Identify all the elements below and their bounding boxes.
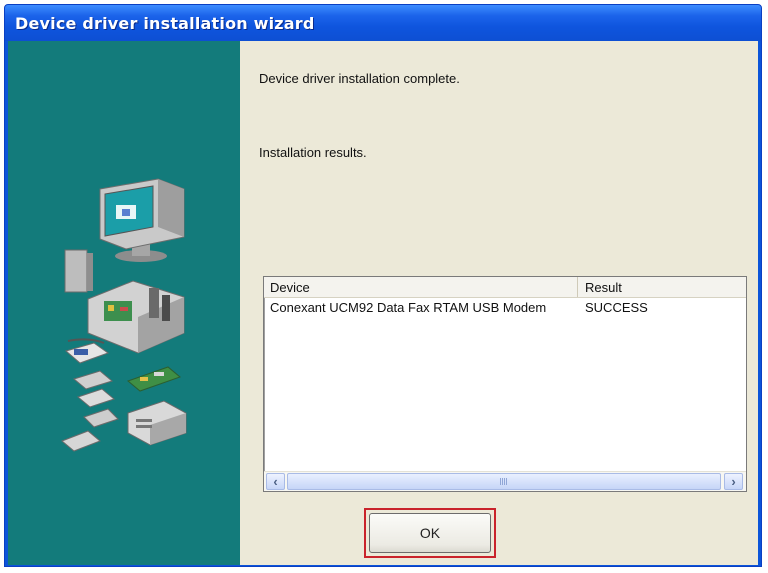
results-list[interactable]: Device Result Conexant UCM92 Data Fax RT… bbox=[263, 276, 747, 492]
table-row[interactable]: Conexant UCM92 Data Fax RTAM USB Modem S… bbox=[264, 299, 746, 317]
device-name-cell: Conexant UCM92 Data Fax RTAM USB Modem bbox=[270, 300, 547, 315]
grip-icon bbox=[500, 478, 508, 485]
scrollbar-thumb[interactable] bbox=[287, 473, 721, 490]
chevron-right-icon: › bbox=[731, 474, 736, 489]
scroll-left-button[interactable]: ‹ bbox=[266, 473, 285, 490]
scroll-right-button[interactable]: › bbox=[724, 473, 743, 490]
dialog-body: Device driver installation complete. Ins… bbox=[8, 41, 758, 565]
horizontal-scrollbar[interactable]: ‹ › bbox=[264, 471, 746, 491]
column-header-device[interactable]: Device bbox=[264, 277, 578, 297]
result-status-cell: SUCCESS bbox=[585, 300, 648, 315]
column-header-result[interactable]: Result bbox=[579, 277, 746, 297]
window-title: Device driver installation wizard bbox=[15, 14, 315, 33]
hardware-illustration bbox=[61, 178, 187, 452]
chevron-left-icon: ‹ bbox=[273, 474, 278, 489]
results-label: Installation results. bbox=[259, 145, 367, 160]
results-list-header: Device Result bbox=[264, 277, 746, 298]
completion-message: Device driver installation complete. bbox=[259, 71, 460, 86]
title-bar[interactable]: Device driver installation wizard bbox=[5, 5, 761, 41]
side-panel bbox=[8, 41, 240, 565]
ok-button[interactable]: OK bbox=[369, 513, 491, 553]
wizard-window: Device driver installation wizard Device… bbox=[4, 4, 762, 567]
